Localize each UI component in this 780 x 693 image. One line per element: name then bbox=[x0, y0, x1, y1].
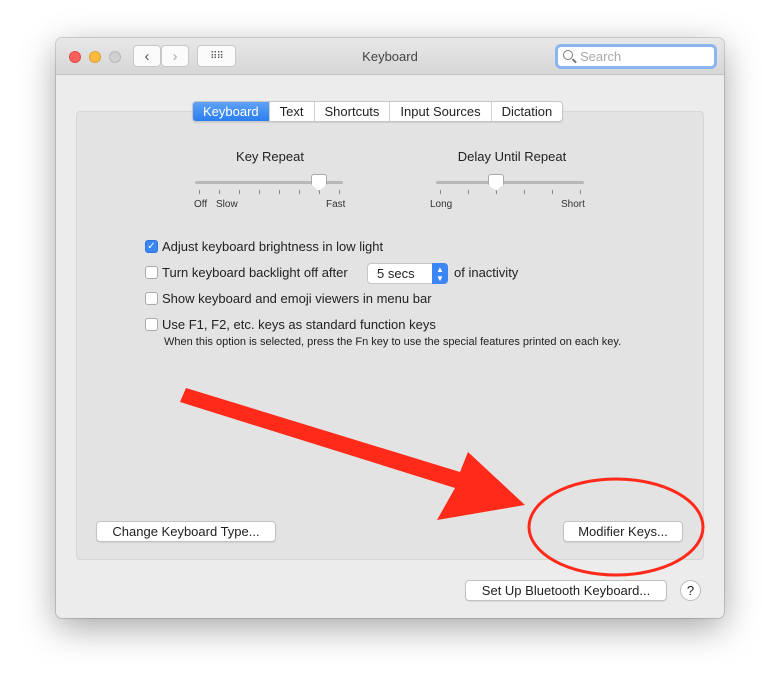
red-arrow-annotation bbox=[180, 388, 525, 520]
annotation-overlay bbox=[180, 388, 705, 577]
red-circle-annotation bbox=[527, 477, 705, 577]
